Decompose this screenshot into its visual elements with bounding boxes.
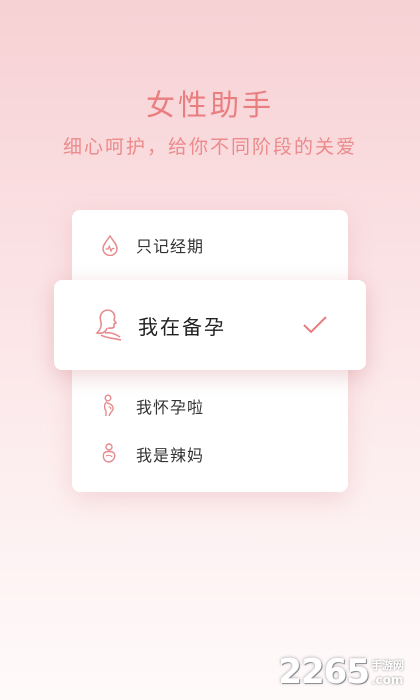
pregnant-icon (98, 394, 122, 418)
watermark-site-en: .com (371, 673, 404, 687)
drop-heartbeat-icon (98, 233, 122, 257)
watermark-number: 2265 (278, 652, 370, 692)
woman-profile-icon (92, 305, 128, 345)
option-pregnant-label: 我怀孕啦 (136, 398, 205, 417)
page-subtitle: 细心呵护，给你不同阶段的关爱 (62, 136, 357, 158)
option-period-only[interactable]: 只记经期 (72, 227, 348, 263)
site-watermark: 2265 手游网 .com (278, 652, 404, 692)
checkmark-icon (302, 313, 328, 337)
option-period-only-label: 只记经期 (136, 237, 205, 256)
option-pregnant[interactable]: 我怀孕啦 (72, 388, 348, 424)
baby-icon (98, 442, 122, 466)
watermark-site: 手游网 .com (371, 657, 404, 687)
option-hot-mom-label: 我是辣妈 (136, 446, 205, 465)
page-title: 女性助手 (145, 88, 274, 122)
option-trying-to-conceive[interactable]: 我在备孕 (54, 280, 366, 370)
option-trying-to-conceive-label: 我在备孕 (138, 314, 226, 339)
option-hot-mom[interactable]: 我是辣妈 (72, 436, 348, 472)
watermark-site-cn: 手游网 (371, 659, 404, 672)
